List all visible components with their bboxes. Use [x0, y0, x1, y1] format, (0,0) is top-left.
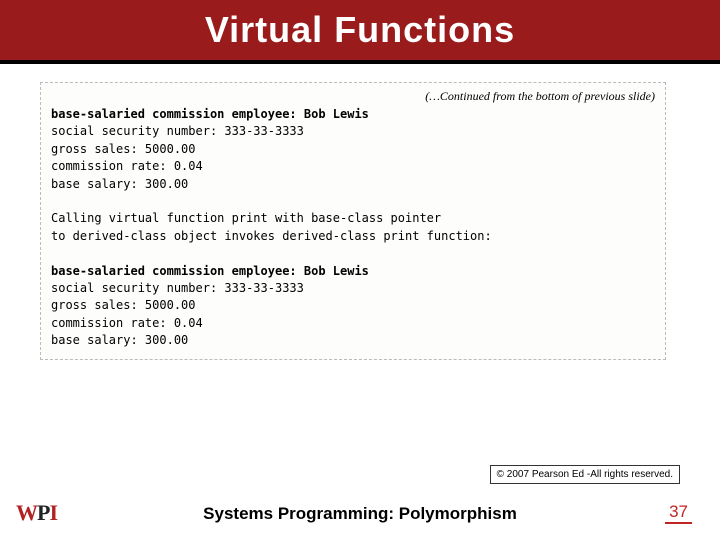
code-line: gross sales: 5000.00 — [51, 142, 196, 156]
code-line: gross sales: 5000.00 — [51, 298, 196, 312]
code-line: social security number: 333-33-3333 — [51, 281, 304, 295]
code-line: Calling virtual function print with base… — [51, 211, 441, 225]
title-bar: Virtual Functions — [0, 0, 720, 64]
slide: Virtual Functions (…Continued from the b… — [0, 0, 720, 540]
code-line: social security number: 333-33-3333 — [51, 124, 304, 138]
code-line: Bob Lewis — [304, 264, 369, 278]
code-panel: (…Continued from the bottom of previous … — [40, 82, 666, 360]
code-line: commission rate: 0.04 — [51, 159, 203, 173]
code-line: Bob Lewis — [304, 107, 369, 121]
code-line: base-salaried commission employee: — [51, 107, 304, 121]
footer: WPI Systems Programming: Polymorphism 37 — [0, 496, 720, 526]
slide-title: Virtual Functions — [205, 9, 515, 51]
page-number: 37 — [665, 502, 692, 524]
code-line: to derived-class object invokes derived-… — [51, 229, 492, 243]
footer-text: Systems Programming: Polymorphism — [0, 504, 720, 524]
code-line: base salary: 300.00 — [51, 333, 188, 347]
code-line: commission rate: 0.04 — [51, 316, 203, 330]
code-line: base salary: 300.00 — [51, 177, 188, 191]
code-output: base-salaried commission employee: Bob L… — [51, 106, 655, 349]
code-line: base-salaried commission employee: — [51, 264, 304, 278]
copyright-notice: © 2007 Pearson Ed -All rights reserved. — [490, 465, 680, 484]
continued-note: (…Continued from the bottom of previous … — [51, 89, 655, 104]
